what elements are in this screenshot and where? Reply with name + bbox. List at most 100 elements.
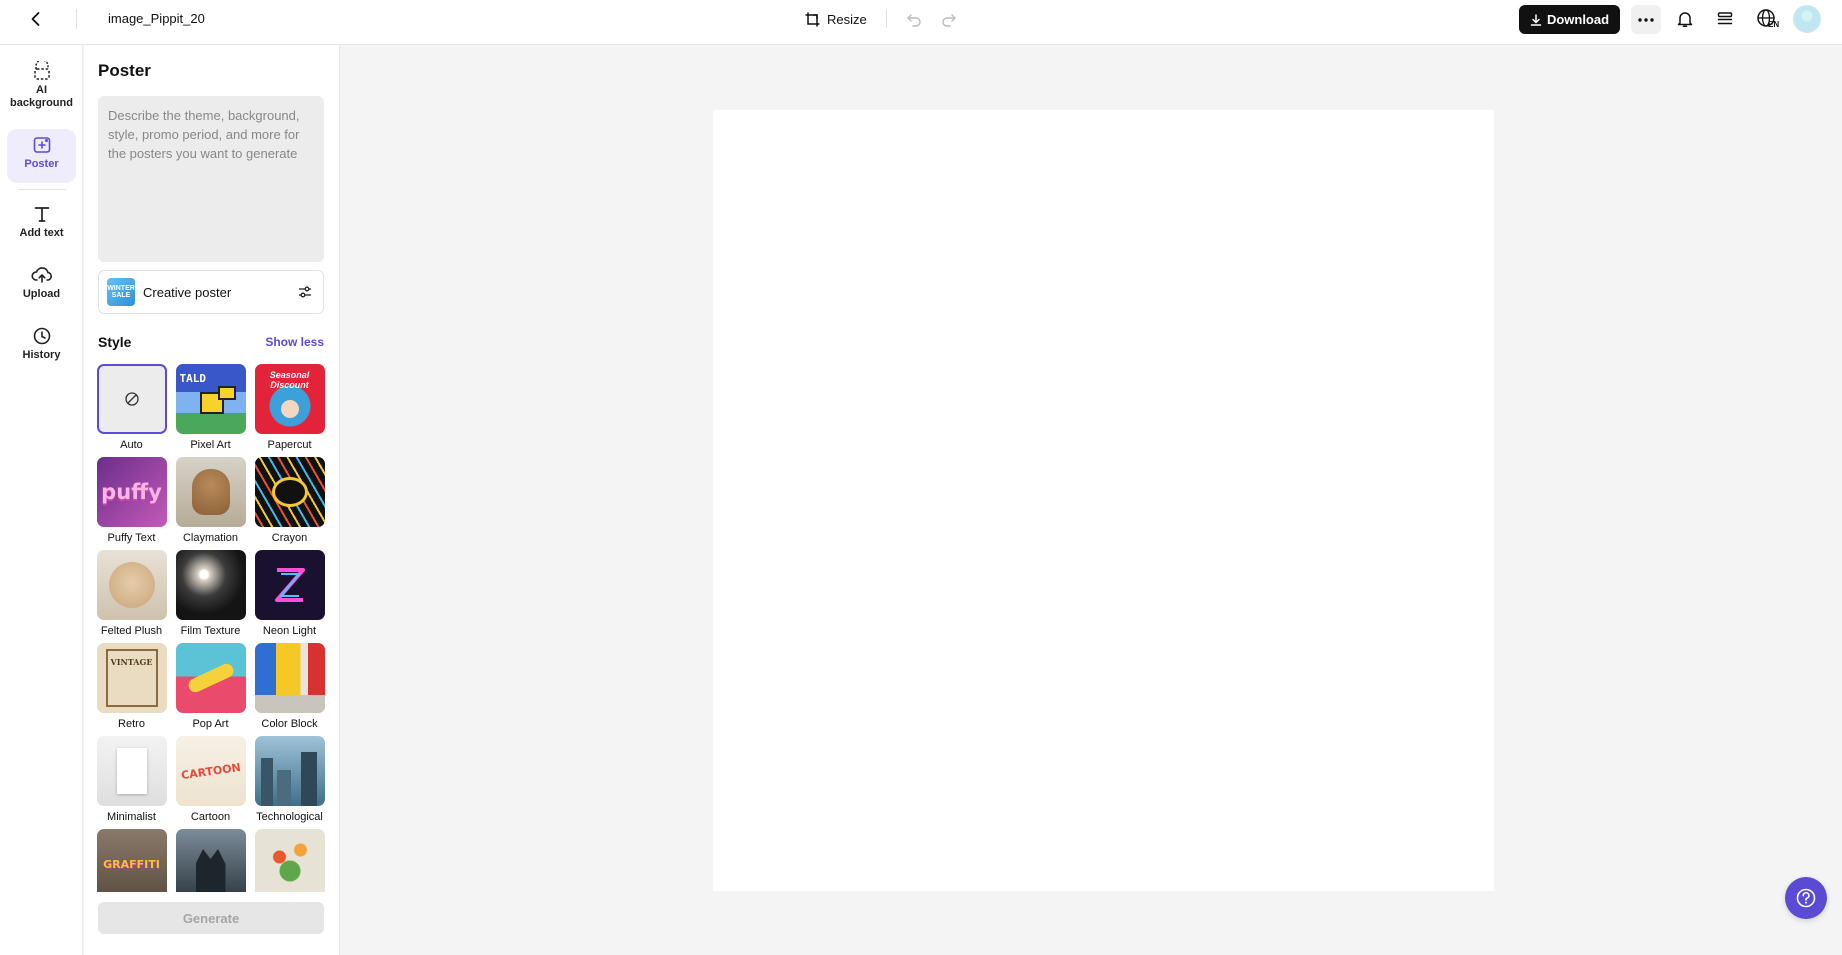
bell-icon: [1677, 12, 1693, 28]
style-option-felted-plush[interactable]: Felted Plush: [96, 550, 167, 639]
show-less-link[interactable]: Show less: [265, 335, 324, 349]
rail-item-add-text[interactable]: Add text: [7, 198, 76, 252]
style-option-color-block[interactable]: Color Block: [254, 643, 325, 732]
style-option-pixel-art[interactable]: TALD Pixel Art: [175, 364, 246, 453]
generate-button[interactable]: Generate: [98, 902, 324, 934]
prompt-input[interactable]: [98, 96, 324, 262]
language-button[interactable]: EN: [1752, 6, 1782, 32]
rail-item-label: Poster: [24, 158, 59, 170]
more-horizontal-icon: [1638, 17, 1654, 22]
ai-background-icon: [33, 61, 50, 80]
no-style-icon: [124, 392, 139, 406]
avatar[interactable]: [1793, 5, 1821, 33]
sliders-icon[interactable]: [295, 282, 315, 302]
rail-item-label: Upload: [22, 288, 61, 300]
rail-item-label: History: [22, 349, 61, 361]
style-option-crayon[interactable]: Crayon: [254, 457, 325, 546]
resize-button[interactable]: Resize: [804, 8, 867, 30]
style-thumbnail: TALD: [175, 364, 246, 434]
download-icon: [1530, 13, 1542, 26]
style-grid: Auto TALD Pixel Art Seasonal Discount Pa…: [96, 364, 328, 892]
help-button[interactable]: [1785, 877, 1827, 919]
style-thumbnail: VINTAGE: [96, 643, 167, 713]
more-options-button[interactable]: [1631, 5, 1661, 34]
back-button[interactable]: [24, 7, 48, 31]
upload-cloud-icon: [30, 267, 52, 283]
creative-poster-label: Creative poster: [143, 284, 232, 300]
style-thumbnail: [96, 364, 167, 434]
style-name: Claymation: [182, 532, 239, 544]
style-thumbnail: CARTOON: [175, 736, 246, 806]
style-thumbnail: [175, 829, 246, 892]
text-icon: [34, 207, 49, 222]
style-name: Auto: [120, 439, 143, 451]
style-option-minimalist[interactable]: Minimalist: [96, 736, 167, 825]
style-thumbnail: GRAFFITI: [96, 829, 167, 892]
style-option-technological[interactable]: Technological: [254, 736, 325, 825]
style-thumbnail: [254, 457, 325, 527]
undo-button[interactable]: [903, 8, 925, 30]
style-name: Film Texture: [180, 625, 241, 637]
file-name[interactable]: image_Pippit_20: [108, 11, 205, 26]
tool-rail: AI background Poster Add text Upload His…: [0, 45, 83, 955]
divider: [76, 9, 77, 29]
style-option-pop-art[interactable]: Pop Art: [175, 643, 246, 732]
style-heading: Style: [98, 334, 132, 350]
rail-item-label: AI background: [10, 84, 73, 109]
style-thumbnail: [96, 736, 167, 806]
style-thumbnail: [175, 550, 246, 620]
redo-button[interactable]: [938, 8, 960, 30]
style-option-auto[interactable]: Auto: [96, 364, 167, 453]
poster-icon: [33, 137, 50, 153]
style-option-gothic[interactable]: [175, 829, 246, 892]
undo-icon: [907, 14, 921, 27]
style-thumbnail: [254, 643, 325, 713]
rail-item-upload[interactable]: Upload: [7, 259, 76, 313]
style-name: Cartoon: [190, 811, 231, 823]
creative-poster-thumbnail: WINTER SALE: [107, 278, 135, 306]
style-thumbnail: [175, 643, 246, 713]
style-option-claymation[interactable]: Claymation: [175, 457, 246, 546]
notifications-button[interactable]: [1673, 7, 1697, 31]
rail-item-poster[interactable]: Poster: [7, 129, 76, 183]
creative-poster-selector[interactable]: WINTER SALE Creative poster: [98, 270, 324, 314]
rail-item-history[interactable]: History: [7, 320, 76, 374]
style-thumbnail: [254, 550, 325, 620]
style-name: Color Block: [261, 718, 318, 730]
style-name: Pixel Art: [190, 439, 231, 451]
style-option-papercut[interactable]: Seasonal Discount Papercut: [254, 364, 325, 453]
style-thumbnail: Seasonal Discount: [254, 364, 325, 434]
download-button[interactable]: Download: [1519, 5, 1620, 34]
design-canvas[interactable]: [713, 110, 1494, 891]
style-option-floral[interactable]: [254, 829, 325, 892]
style-option-retro[interactable]: VINTAGE Retro: [96, 643, 167, 732]
rail-item-ai-background[interactable]: AI background: [7, 55, 76, 115]
style-name: Neon Light: [262, 625, 317, 637]
layers-icon: [1717, 12, 1733, 25]
style-thumbnail: [254, 736, 325, 806]
style-thumbnail: [175, 457, 246, 527]
style-option-graffiti[interactable]: GRAFFITI: [96, 829, 167, 892]
rail-divider: [18, 189, 66, 190]
style-name: Crayon: [271, 532, 308, 544]
style-option-film-texture[interactable]: Film Texture: [175, 550, 246, 639]
rail-item-label: Add text: [19, 227, 64, 239]
style-name: Minimalist: [107, 811, 156, 823]
chevron-left-icon: [31, 12, 40, 26]
style-thumbnail: [96, 550, 167, 620]
top-bar: image_Pippit_20 Resize Download EN: [0, 0, 1842, 45]
poster-panel: Poster WINTER SALE Creative poster Style…: [84, 45, 340, 955]
style-option-cartoon[interactable]: CARTOON Cartoon: [175, 736, 246, 825]
style-option-puffy-text[interactable]: puffy Puffy Text: [96, 457, 167, 546]
style-option-neon-light[interactable]: Neon Light: [254, 550, 325, 639]
style-thumbnail: [254, 829, 325, 892]
resize-label: Resize: [827, 11, 867, 27]
layers-button[interactable]: [1713, 7, 1737, 31]
style-thumbnail: puffy: [96, 457, 167, 527]
style-name: Technological: [256, 811, 323, 823]
help-icon: [1796, 888, 1816, 908]
language-code: EN: [1768, 20, 1780, 29]
style-name: Pop Art: [192, 718, 229, 730]
divider: [886, 10, 887, 28]
style-name: Papercut: [267, 439, 312, 451]
